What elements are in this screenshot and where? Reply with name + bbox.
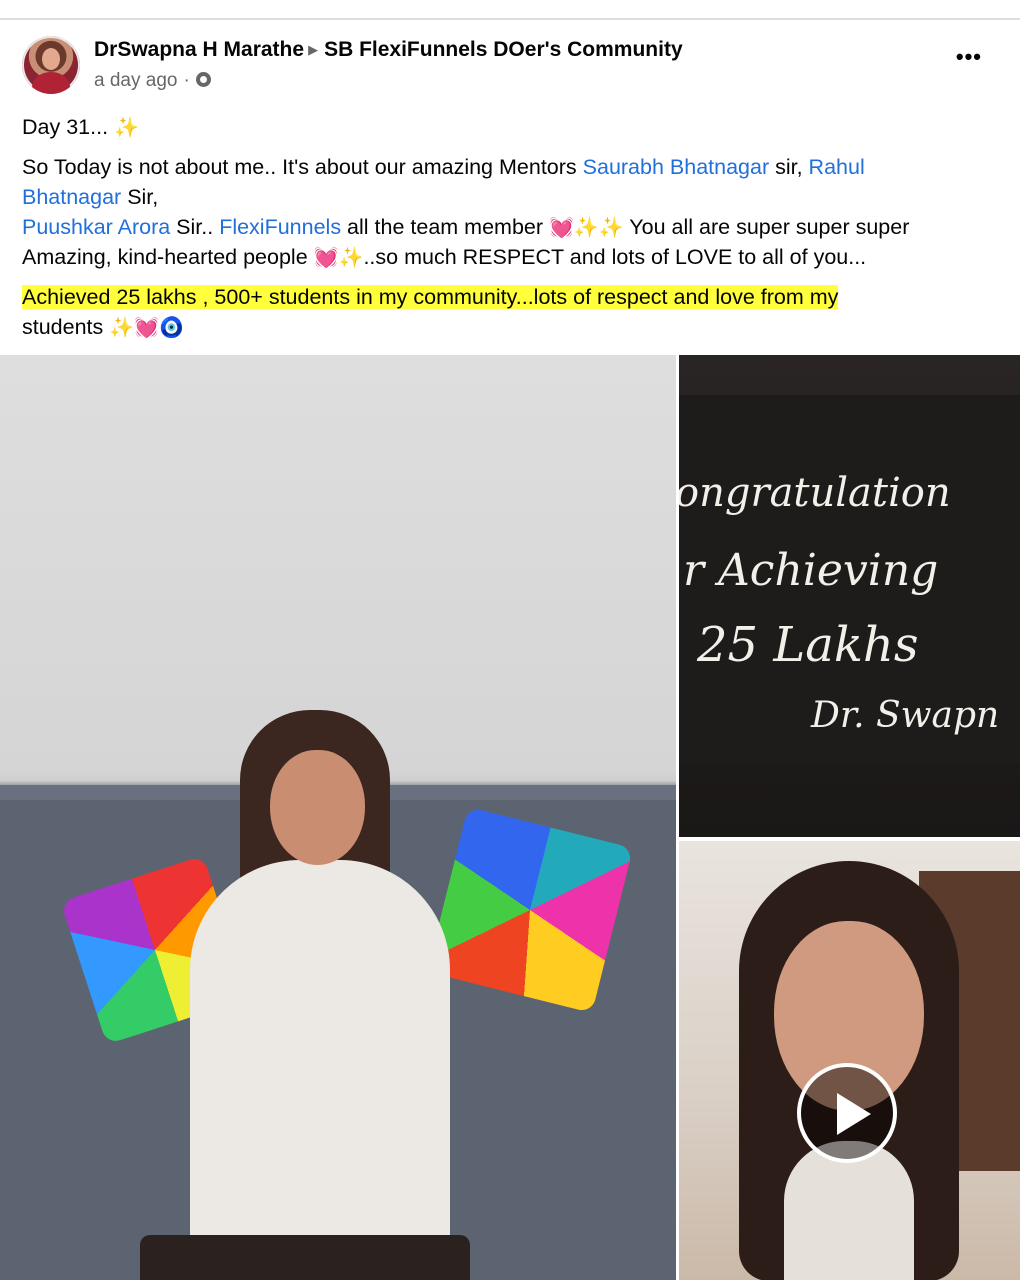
post-text-team-line: Puushkar Arora Sir.. FlexiFunnels all th… [22, 212, 982, 243]
photo-cake-cutting[interactable] [0, 355, 676, 1280]
photo-cake-closeup[interactable]: ongratulation r Achieving 25 Lakhs Dr. S… [679, 355, 1020, 837]
post-timestamp[interactable]: a day ago [94, 70, 177, 91]
team-member-text: all the team member [341, 215, 549, 239]
author-name[interactable]: DrSwapna H Marathe [94, 38, 304, 61]
video-thumbnail[interactable] [679, 841, 1020, 1280]
cake-text-achieving: r Achieving [683, 545, 939, 596]
person-face [270, 750, 365, 865]
respect-text: ..so much RESPECT and lots of LOVE to al… [363, 245, 867, 269]
cake-text-congratulations: ongratulation [679, 470, 951, 516]
meta-separator: · [183, 70, 190, 91]
super-text: You all are super super super [623, 215, 910, 239]
post-meta: a day ago · [94, 70, 211, 92]
post-text-line-day: Day 31... ✨ [22, 112, 982, 143]
mention-rahul-bhatnagar-second[interactable]: Bhatnagar [22, 185, 121, 209]
mention-saurabh-bhatnagar[interactable]: Saurabh Bhatnagar [583, 155, 769, 179]
mention-rahul-bhatnagar-first[interactable]: Rahul [809, 155, 865, 179]
post-text-amazing-line: Amazing, kind-hearted people 💓✨..so much… [22, 242, 982, 273]
mention-flexifunnels[interactable]: FlexiFunnels [219, 215, 341, 239]
author-line: DrSwapna H Marathe ▶ SB FlexiFunnels DOer'… [94, 38, 683, 62]
play-icon [837, 1093, 871, 1135]
sparkle-heart-evil-eye-emoji: ✨💓🧿 [109, 317, 184, 339]
post-text-students-line: students ✨💓🧿 [22, 312, 982, 343]
play-button[interactable] [797, 1063, 897, 1163]
sir-text-2: Sir, [121, 185, 159, 209]
person-dress [190, 860, 450, 1280]
cake-text-name: Dr. Swapn [811, 695, 1000, 736]
heart-sparkles-emoji: 💓✨✨ [549, 217, 624, 239]
mentors-intro-text: So Today is not about me.. It's about ou… [22, 155, 583, 179]
post-text-mentors-line: So Today is not about me.. It's about ou… [22, 152, 982, 182]
post-card: DrSwapna H Marathe ▶ SB FlexiFunnels DOer'… [0, 20, 1020, 1280]
sir-text: sir, [769, 155, 809, 179]
avatar-face [42, 48, 60, 70]
author-avatar[interactable] [22, 36, 80, 94]
group-name[interactable]: SB FlexiFunnels DOer's Community [324, 38, 683, 61]
amazing-text: Amazing, kind-hearted people [22, 245, 314, 269]
person-figure [170, 710, 470, 1280]
mention-puushkar-arora[interactable]: Puushkar Arora [22, 215, 170, 239]
cake-text-amount: 25 Lakhs [697, 617, 919, 673]
cake-on-table [140, 1235, 470, 1280]
sir-text-3: Sir.. [170, 215, 220, 239]
audience-icon[interactable] [195, 72, 211, 87]
post-text-rahul-line: Bhatnagar Sir, [22, 182, 982, 212]
sparkles-emoji: ✨ [114, 117, 139, 139]
highlighted-achievement-text: Achieved 25 lakhs , 500+ students in my … [22, 285, 839, 309]
avatar-body [32, 72, 70, 94]
heart-sparkle-emoji: 💓✨ [313, 247, 364, 269]
students-text: students [22, 315, 110, 339]
post-header: DrSwapna H Marathe ▶ SB FlexiFunnels DOer'… [22, 36, 1002, 96]
post-text-highlight-line: Achieved 25 lakhs , 500+ students in my … [22, 282, 982, 312]
arrow-right-icon: ▶ [308, 42, 319, 57]
more-options-button[interactable]: ••• [956, 44, 982, 70]
day-label: Day 31... [22, 115, 109, 139]
